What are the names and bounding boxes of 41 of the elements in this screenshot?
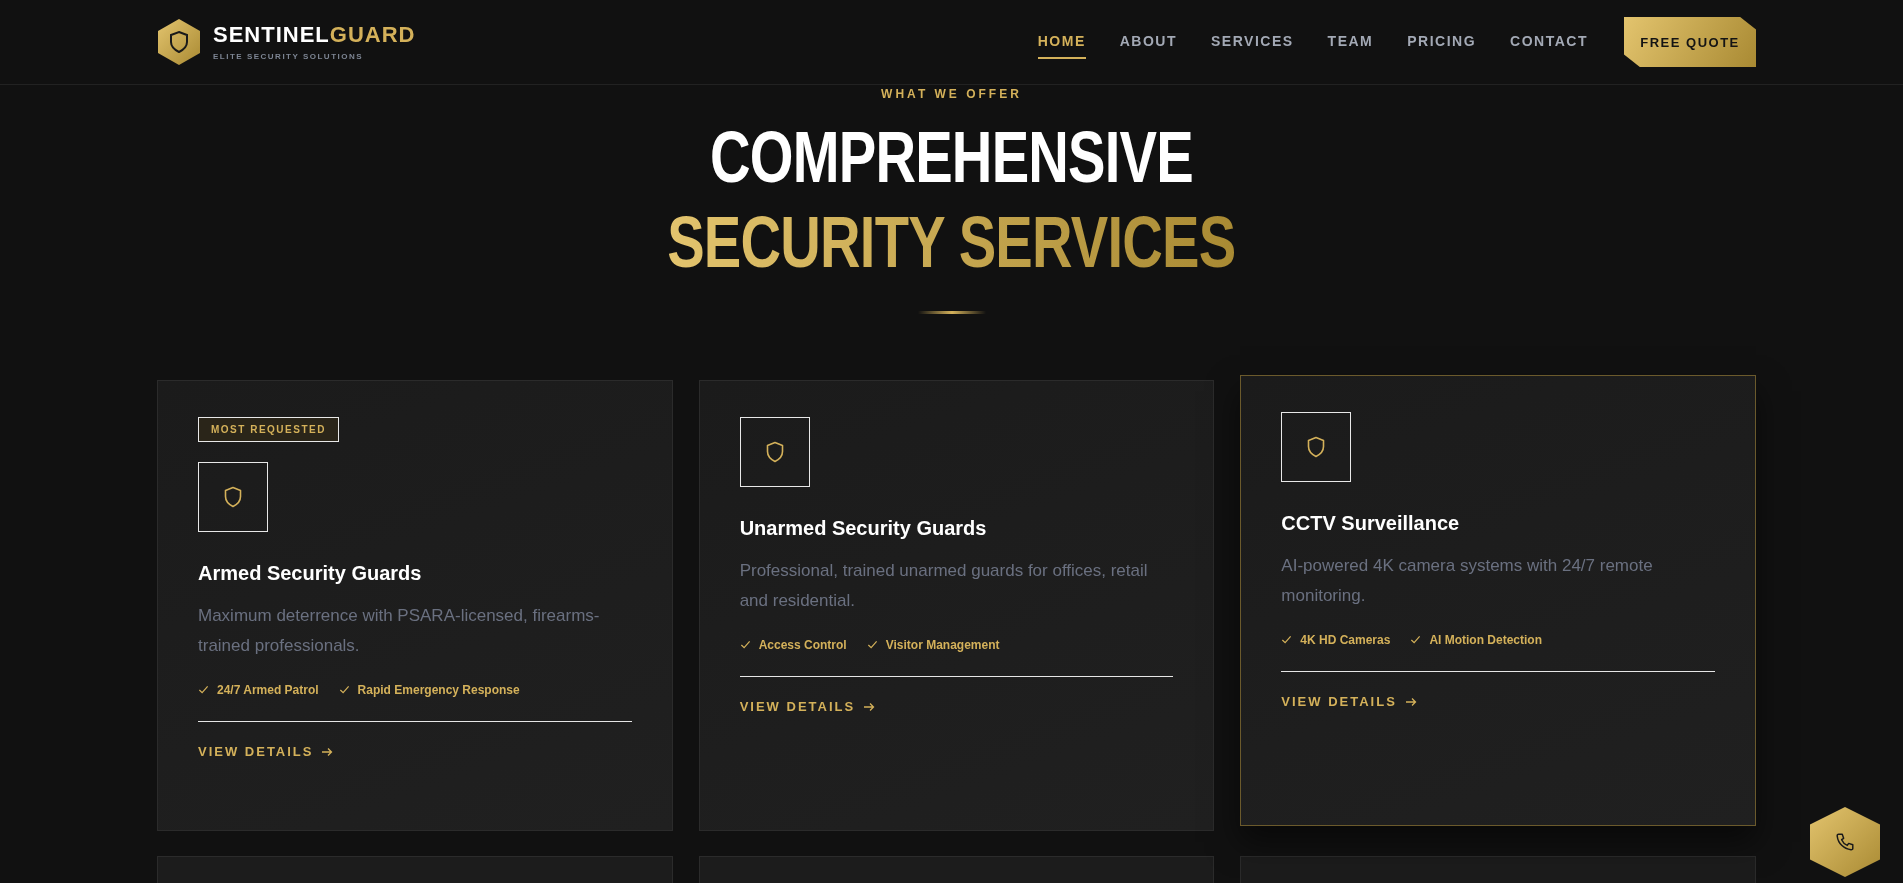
feature-label: Access Control — [758, 637, 847, 652]
service-description: Maximum deterrence with PSARA-licensed, firearms-trained professionals. — [198, 604, 601, 657]
check-icon — [739, 639, 751, 651]
service-title: Unarmed Security Guards — [739, 516, 987, 540]
feature-label: AI Motion Detection — [1429, 632, 1543, 647]
view-details-link[interactable]: VIEW DETAILS — [1281, 694, 1417, 710]
arrow-right-icon — [321, 745, 334, 758]
shield-icon — [198, 461, 268, 532]
arrow-right-icon — [1404, 695, 1417, 708]
view-details-link[interactable]: VIEW DETAILS — [198, 744, 334, 760]
phone-icon — [1834, 831, 1856, 853]
nav-link[interactable]: PRICING — [1407, 25, 1477, 59]
view-details-link[interactable]: VIEW DETAILS — [739, 699, 876, 715]
feature-label: 24/7 Armed Patrol — [217, 682, 319, 697]
nav-link[interactable]: ABOUT — [1119, 25, 1178, 59]
check-icon — [866, 639, 878, 651]
nav-link[interactable]: SERVICES — [1211, 25, 1294, 59]
check-icon — [1410, 634, 1422, 646]
arrow-right-icon — [863, 700, 876, 713]
shield-logo-icon — [157, 18, 201, 66]
section-title: COMPREHENSIVE — [709, 116, 1194, 199]
feature-label: Rapid Emergency Response — [357, 682, 520, 697]
feature-label: 4K HD Cameras — [1300, 632, 1391, 647]
brand-name[interactable]: SENTINELGUARD — [213, 23, 416, 46]
shield-icon — [1281, 411, 1352, 482]
nav-link[interactable]: HOME — [1037, 25, 1086, 59]
shield-icon — [739, 416, 810, 487]
most-requested-badge: MOST REQUESTED — [198, 416, 339, 442]
nav-link[interactable]: CONTACT — [1510, 25, 1588, 59]
free-quote-button[interactable]: FREE QUOTE — [1624, 17, 1756, 67]
check-icon — [338, 684, 350, 696]
check-icon — [198, 684, 209, 696]
check-icon — [1281, 634, 1293, 646]
nav-link[interactable]: TEAM — [1327, 25, 1374, 59]
service-description: AI-powered 4K camera systems with 24/7 remote monitoring. — [1281, 554, 1654, 607]
service-description: Professional, trained unarmed guards for offices, retail and residential. — [739, 559, 1149, 612]
service-title: Armed Security Guards — [198, 561, 422, 585]
section-eyebrow: WHAT WE OFFER — [880, 87, 1023, 101]
service-title: CCTV Surveillance — [1281, 511, 1460, 535]
brand-tagline: ELITE SECURITY SOLUTIONS — [213, 51, 365, 61]
feature-label: Visitor Management — [885, 637, 1000, 652]
